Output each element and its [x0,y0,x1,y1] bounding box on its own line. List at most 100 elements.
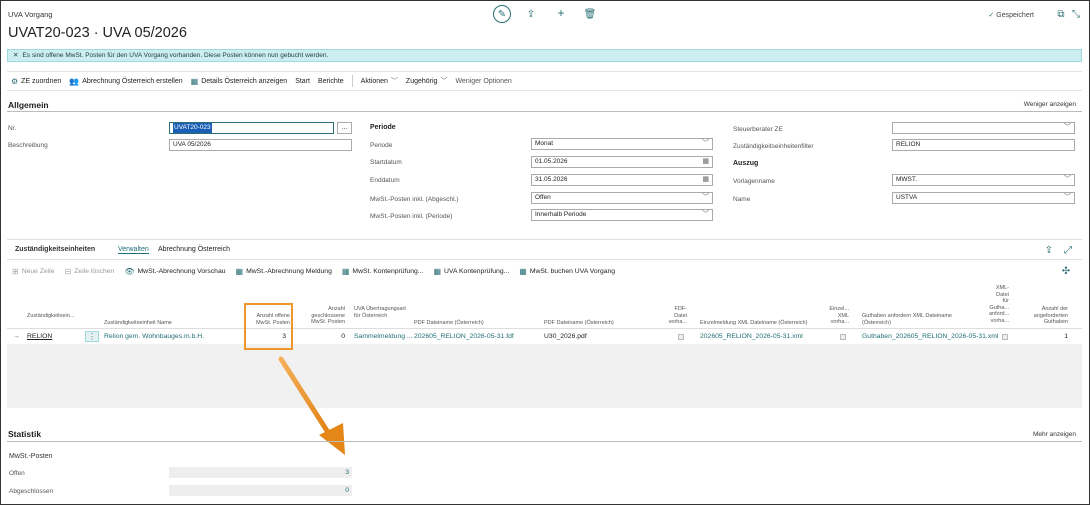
more-icon: … [341,124,348,131]
vat-period-select[interactable]: Innerhalb Periode ﹀ [531,209,713,221]
template-select[interactable]: MWST. ﹀ [892,174,1075,186]
vat-period-label: MwSt.-Posten inkl. (Periode) [370,213,453,220]
col-header-unit-name[interactable]: Zuständigkeitseinheit Name [104,320,234,327]
cell-credit-count[interactable]: 1 [1041,333,1068,340]
share-icon: ⇪ [1044,244,1054,256]
start-menu[interactable]: Start [291,78,314,85]
chevron-down-icon: ﹀ [1064,176,1071,183]
col-header-pdf-name[interactable]: PDF Dateiname (Österreich) [414,320,524,327]
calendar-icon[interactable]: ▦ [702,157,709,167]
share-button[interactable]: ⇪ [525,8,537,20]
end-date-field[interactable]: 31.05.2026 ▦ [531,174,713,186]
row-menu-button[interactable]: ⋮ [85,331,99,342]
vat-closed-select[interactable]: Offen ﹀ [531,192,713,204]
cell-xml-exists-checkbox[interactable] [840,334,846,340]
delete-line-button[interactable]: ⊟ Zeile löschen [60,267,120,276]
new-line-icon: ⊞ [12,266,19,276]
col-header-xml-exists[interactable]: Einzel... XML vorha... [827,306,849,326]
chevron-down-icon: ﹀ [1064,194,1071,201]
start-date-label: Startdatum [370,159,402,166]
toggle-general-button[interactable]: Weniger anzeigen [1024,101,1076,108]
chevron-down-icon: ﹀ [702,194,709,201]
chevron-down-icon: ﹀ [440,78,448,85]
edit-button[interactable]: ✎ [493,5,511,23]
cell-credit-xml[interactable]: Guthaben_202605_RELION_2026-05-31.xml [862,333,998,340]
cell-pdf-exists-checkbox[interactable] [678,334,684,340]
col-header-pdf-name-2[interactable]: PDF Dateiname (Österreich) [544,320,654,327]
period-label: Periode [370,142,393,149]
end-date-label: Enddatum [370,177,400,184]
toggle-statistics-button[interactable]: Mehr anzeigen [1033,431,1076,438]
share-button[interactable]: ⇪ [1044,244,1054,256]
col-header-credit-exists[interactable]: XML-Datei für Gutha... anford... vorha..… [989,285,1009,324]
pin-button[interactable]: ✣ [1061,266,1071,277]
open-value[interactable]: 3 [169,467,352,478]
tab-units[interactable]: Zuständigkeitseinheiten [15,246,95,253]
cell-transfer-type[interactable]: Sammelmeldung ... [354,333,413,340]
cell-credit-exists-checkbox[interactable] [1002,334,1008,340]
share-icon: ⇪ [526,8,536,20]
show-austria-details-button[interactable]: ▦ Details Österreich anzeigen [187,77,292,86]
nr-field[interactable]: UVAT20-023 [169,122,334,134]
expand-button[interactable]: ⤢ [1063,245,1073,256]
uva-account-check-button[interactable]: ▦ UVA Kontenprüfung... [428,267,514,276]
section-title-general: Allgemein [8,100,49,110]
col-header-pdf-exists[interactable]: FDF-Datei vorha... [665,306,687,326]
page-type-label: UVA Vorgang [8,10,53,19]
open-window-icon: ⧉ [1057,8,1065,20]
cell-pdf-name-2[interactable]: U30_2026.pdf [544,333,587,340]
collapse-button[interactable]: ⤡ [1070,8,1082,20]
actions-menu[interactable]: Aktionen ﹀ [357,76,402,86]
nr-assist-button[interactable]: … [337,122,352,134]
cell-xml-single[interactable]: 202605_RELION_2026-05-31.xml [700,333,803,340]
section-divider [7,239,1082,240]
trash-icon: 🗑 [583,8,597,20]
col-header-unit[interactable]: Zuständigkeitsein... [27,313,77,320]
row-selector-arrow-icon[interactable]: → [13,333,20,340]
people-icon: 👥 [69,76,80,86]
related-menu[interactable]: Zugehörig ﹀ [402,76,452,86]
col-header-xml-single[interactable]: Einzelmeldung XML Dateiname (Österreich) [700,320,815,327]
name-label: Name [733,196,751,203]
post-vat-button[interactable]: ▦ MwSt. buchen UVA Vorgang [514,267,620,276]
close-icon[interactable]: ✕ [13,52,18,59]
tab-manage[interactable]: Verwalten [118,246,149,254]
chevron-down-icon: ﹀ [390,78,398,85]
report-icon: ▦ [519,266,527,276]
delete-button[interactable]: 🗑 [583,8,597,20]
tab-austria-report[interactable]: Abrechnung Österreich [158,246,230,253]
vat-preview-button[interactable]: 👁 MwSt.-Abrechnung Vorschau [119,267,230,276]
vat-report-button[interactable]: ▦ MwSt.-Abrechnung Meldung [231,267,337,276]
name-select[interactable]: USTVA ﹀ [892,192,1075,204]
description-value: UVA 05/2026 [173,141,211,148]
assign-ze-button[interactable]: ⚙ ZE zuordnen [7,77,65,86]
new-line-button[interactable]: ⊞ Neue Zeile [7,267,60,276]
start-date-field[interactable]: 01.05.2026 ▦ [531,156,713,168]
saved-label: Gespeichert [996,12,1034,19]
closed-value[interactable]: 0 [169,485,352,496]
period-select[interactable]: Monat ﹀ [531,138,713,150]
calendar-icon[interactable]: ▦ [702,175,709,185]
cell-pdf-name[interactable]: 202605_RELION_2026-05-31.fdf [414,333,514,340]
tax-advisor-select[interactable]: ﹀ [892,122,1075,134]
open-new-window-button[interactable]: ⧉ [1055,8,1067,20]
cell-unit[interactable]: RELION [27,333,52,340]
create-austria-report-button[interactable]: 👥 Abrechnung Österreich erstellen [65,77,186,86]
plus-icon: + [557,6,565,20]
chevron-down-icon: ﹀ [702,140,709,147]
col-header-transfer-type[interactable]: UVA Übertragungsart für Österreich [354,306,406,319]
col-header-credit-count[interactable]: Anzahl der angeforderten Guthaben [1028,306,1068,326]
col-header-closed-count[interactable]: Anzahl geschlossene MwSt. Posten [301,306,345,326]
description-field[interactable]: UVA 05/2026 [169,139,352,151]
fewer-options-button[interactable]: Weniger Optionen [451,78,515,85]
table-icon: ▦ [190,76,199,86]
vat-account-check-button[interactable]: ▦ MwSt. Kontenprüfung... [337,267,429,276]
unit-filter-field[interactable]: RELION [892,139,1075,151]
notification-text: Es sind offene MwSt. Posten für den UVA … [22,52,329,59]
col-header-credit-xml[interactable]: Guthaben anfordern XML Dateiname (Österr… [862,313,977,326]
reports-menu[interactable]: Berichte [314,78,348,85]
report-icon: ▦ [433,266,442,276]
cell-unit-name[interactable]: Relion gem. Wohnbauges.m.b.H. [104,333,204,340]
cell-closed-count[interactable]: 0 [301,333,345,340]
new-button[interactable]: + [555,6,567,20]
